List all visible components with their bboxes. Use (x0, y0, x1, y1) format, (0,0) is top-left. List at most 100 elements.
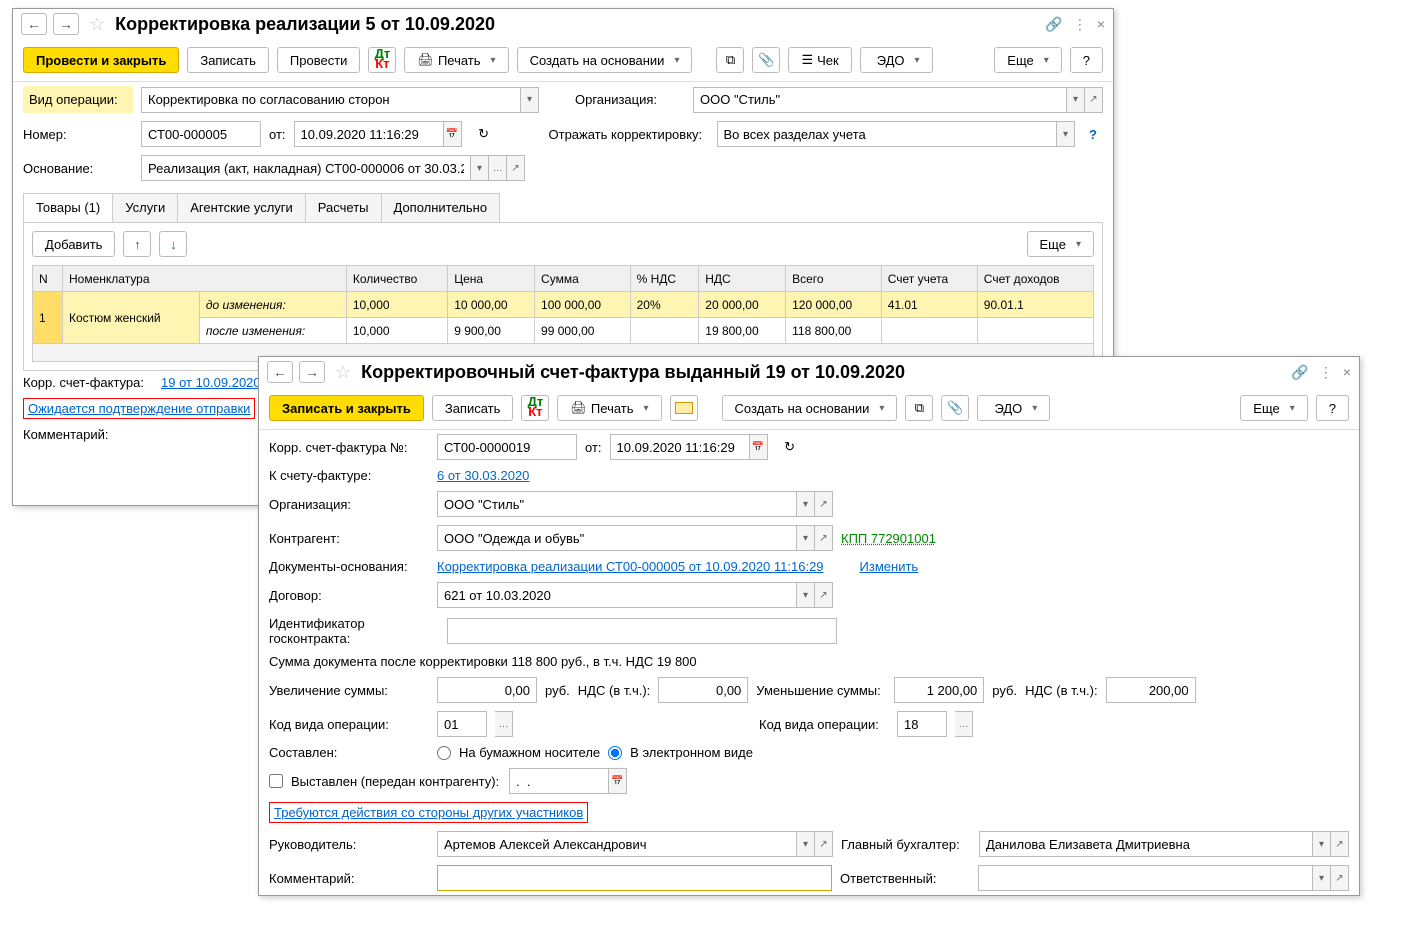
accountant-input[interactable] (979, 831, 1313, 857)
dec-input[interactable] (894, 677, 984, 703)
more-button[interactable]: Еще (1240, 395, 1307, 421)
menu-icon[interactable]: ⋮ (1319, 364, 1333, 381)
print-button[interactable]: 🖨Печать (404, 47, 508, 73)
add-button[interactable]: Добавить (32, 231, 115, 257)
nav-back-button[interactable]: ← (267, 361, 293, 383)
nav-back-button[interactable]: ← (21, 13, 47, 35)
help-button[interactable]: ? (1316, 395, 1349, 421)
refresh-icon[interactable]: ↻ (776, 434, 804, 460)
move-down-button[interactable]: ↓ (159, 231, 187, 257)
issued-date-input[interactable] (509, 768, 609, 794)
accountant-dropdown[interactable]: ▾ (1313, 831, 1331, 857)
more-button[interactable]: Еще (994, 47, 1061, 73)
tab-calc[interactable]: Расчеты (305, 193, 382, 222)
status-link[interactable]: Ожидается подтверждение отправки (28, 401, 250, 416)
date-input[interactable] (610, 434, 750, 460)
date-picker-icon[interactable]: 📅 (750, 434, 768, 460)
code1-select[interactable]: … (495, 711, 513, 737)
gosid-input[interactable] (447, 618, 837, 644)
comment-input[interactable] (437, 865, 832, 891)
envelope-button[interactable] (670, 395, 698, 421)
help-link[interactable]: ? (1083, 127, 1103, 142)
resp-dropdown[interactable]: ▾ (1313, 865, 1331, 891)
optype-dropdown[interactable]: ▾ (521, 87, 539, 113)
move-up-button[interactable]: ↑ (123, 231, 151, 257)
dtkt-button[interactable]: ДтКт (368, 47, 396, 73)
org-dropdown[interactable]: ▾ (1067, 87, 1085, 113)
post-and-close-button[interactable]: Провести и закрыть (23, 47, 179, 73)
org-open[interactable]: ↗ (815, 491, 833, 517)
tab-extra[interactable]: Дополнительно (381, 193, 501, 222)
corrsf-link[interactable]: 19 от 10.09.2020 (161, 375, 261, 390)
help-button[interactable]: ? (1070, 47, 1103, 73)
base-input[interactable] (141, 155, 471, 181)
resp-open[interactable]: ↗ (1331, 865, 1349, 891)
dtkt-button[interactable]: ДтКт (521, 395, 549, 421)
accountant-open[interactable]: ↗ (1331, 831, 1349, 857)
post-button[interactable]: Провести (277, 47, 361, 73)
save-button[interactable]: Записать (187, 47, 269, 73)
base-open[interactable]: ↗ (507, 155, 525, 181)
print-button[interactable]: 🖨Печать (557, 395, 661, 421)
contract-open[interactable]: ↗ (815, 582, 833, 608)
save-and-close-button[interactable]: Записать и закрыть (269, 395, 424, 421)
org-dropdown[interactable]: ▾ (797, 491, 815, 517)
link-icon[interactable]: 🔗 (1291, 364, 1308, 381)
head-dropdown[interactable]: ▾ (797, 831, 815, 857)
resp-input[interactable] (978, 865, 1313, 891)
attach-button[interactable]: 📎 (941, 395, 969, 421)
contr-dropdown[interactable]: ▾ (797, 525, 815, 551)
tosf-link[interactable]: 6 от 30.03.2020 (437, 468, 529, 483)
edo-button[interactable]: ЭДО (977, 395, 1050, 421)
contr-input[interactable] (437, 525, 797, 551)
create-based-button[interactable]: Создать на основании (517, 47, 693, 73)
close-icon[interactable]: × (1343, 364, 1351, 381)
table-more-button[interactable]: Еще (1027, 231, 1094, 257)
issued-date-picker-icon[interactable]: 📅 (609, 768, 627, 794)
tab-agent[interactable]: Агентские услуги (177, 193, 306, 222)
menu-icon[interactable]: ⋮ (1073, 16, 1087, 33)
reflect-icon[interactable]: ↻ (470, 121, 498, 147)
inc-vat-input[interactable] (658, 677, 748, 703)
base-dropdown[interactable]: ▾ (471, 155, 489, 181)
nav-forward-button[interactable]: → (53, 13, 79, 35)
contr-open[interactable]: ↗ (815, 525, 833, 551)
issued-checkbox[interactable] (269, 774, 283, 788)
reflect-input[interactable] (717, 121, 1058, 147)
org-input[interactable] (693, 87, 1067, 113)
nav-forward-button[interactable]: → (299, 361, 325, 383)
attach-button[interactable]: 📎 (752, 47, 780, 73)
change-link[interactable]: Изменить (860, 559, 919, 574)
docbase-link[interactable]: Корректировка реализации СТ00-000005 от … (437, 559, 824, 574)
code2-select[interactable]: … (955, 711, 973, 737)
reflect-dropdown[interactable]: ▾ (1057, 121, 1075, 147)
date-input[interactable] (294, 121, 444, 147)
kpp-link[interactable]: КПП 772901001 (841, 531, 936, 546)
star-icon[interactable]: ☆ (85, 14, 109, 35)
optype-input[interactable] (141, 87, 521, 113)
org-open[interactable]: ↗ (1085, 87, 1103, 113)
inc-input[interactable] (437, 677, 537, 703)
head-input[interactable] (437, 831, 797, 857)
org-input[interactable] (437, 491, 797, 517)
date-picker-icon[interactable]: 📅 (444, 121, 462, 147)
table-row[interactable]: 1 Костюм женский до изменения: 10,000 10… (33, 292, 1094, 318)
link-icon[interactable]: 🔗 (1045, 16, 1062, 33)
code1-input[interactable] (437, 711, 487, 737)
num-input[interactable] (437, 434, 577, 460)
close-icon[interactable]: × (1097, 16, 1105, 33)
create-based-button[interactable]: Создать на основании (722, 395, 898, 421)
num-input[interactable] (141, 121, 261, 147)
contract-input[interactable] (437, 582, 797, 608)
structure-button[interactable]: ⧉ (716, 47, 744, 73)
status-link[interactable]: Требуются действия со стороны других уча… (274, 805, 583, 820)
radio-paper[interactable] (437, 746, 451, 760)
dec-vat-input[interactable] (1106, 677, 1196, 703)
structure-button[interactable]: ⧉ (905, 395, 933, 421)
tab-goods[interactable]: Товары (1) (23, 193, 113, 222)
base-select[interactable]: … (489, 155, 507, 181)
tab-services[interactable]: Услуги (112, 193, 178, 222)
head-open[interactable]: ↗ (815, 831, 833, 857)
contract-dropdown[interactable]: ▾ (797, 582, 815, 608)
save-button[interactable]: Записать (432, 395, 514, 421)
